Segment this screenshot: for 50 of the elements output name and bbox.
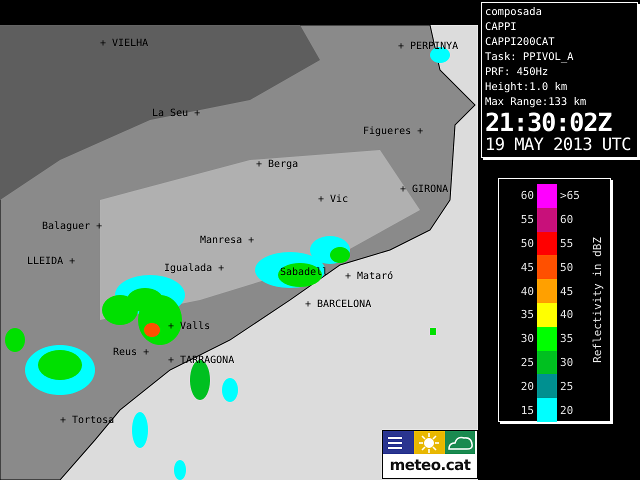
info-line: Height:1.0 km [485, 80, 568, 95]
legend-value: 45 [520, 260, 535, 274]
legend-title: Reflectivity in dBZ [591, 237, 605, 363]
info-line: CAPPI [485, 20, 518, 35]
time-text: 21:30:02Z [485, 110, 612, 136]
legend-value: 25 [520, 356, 535, 369]
place-label: Igualada + [164, 264, 224, 274]
legend-value: 60 [559, 213, 574, 226]
legend-value: 40 [559, 308, 574, 322]
logo-text: meteo.cat [388, 455, 472, 476]
legend-value: 45 [559, 284, 574, 298]
legend-value: 20 [520, 380, 535, 393]
info-line: CAPPI200CAT [485, 35, 556, 50]
legend-value: 35 [559, 332, 574, 346]
legend-value: 40 [520, 284, 535, 298]
radar-echo [430, 47, 450, 63]
radar-echo [222, 378, 238, 402]
legend-value: >65 [559, 189, 581, 202]
date-text: 19 MAY 2013 UTC [485, 136, 632, 155]
legend-value: 60 [520, 189, 535, 202]
place-label: Manresa + [200, 236, 254, 246]
legend-value: 55 [520, 213, 535, 226]
place-label: Figueres + [363, 127, 424, 137]
legend-value: 25 [559, 380, 574, 393]
info-line: composada [485, 5, 543, 20]
legend-value: 30 [559, 356, 574, 369]
info-line: PRF: 450Hz [485, 65, 550, 80]
legend-value: 35 [520, 308, 535, 322]
place-label: La Seu + [152, 109, 200, 119]
place-label: + Berga [256, 160, 298, 170]
legend-value: 50 [520, 237, 535, 250]
place-label: Reus + [113, 348, 150, 358]
radar-echo [430, 328, 436, 335]
radar-echo [174, 460, 186, 480]
place-label: + GIRONA [400, 185, 448, 195]
info-line: Task: PPIVOL_A [485, 50, 575, 65]
legend-value: 55 [559, 237, 574, 250]
legend-value: 20 [559, 404, 574, 417]
legend-value: 30 [520, 332, 535, 346]
place-label: LLEIDA + [27, 257, 76, 267]
place-label: + VIELHA [100, 39, 148, 49]
place-label: + Mataró [345, 272, 394, 282]
place-label: + BARCELONA [305, 300, 372, 310]
legend-value: 50 [559, 260, 574, 274]
place-label: + PERPINYA [398, 42, 458, 52]
place-label: Balaguer + [42, 222, 102, 232]
radar-echo [132, 412, 148, 448]
place-label: + Vic [318, 195, 348, 205]
info-line: Max Range:133 km [485, 95, 588, 110]
legend-value: 15 [520, 404, 535, 417]
